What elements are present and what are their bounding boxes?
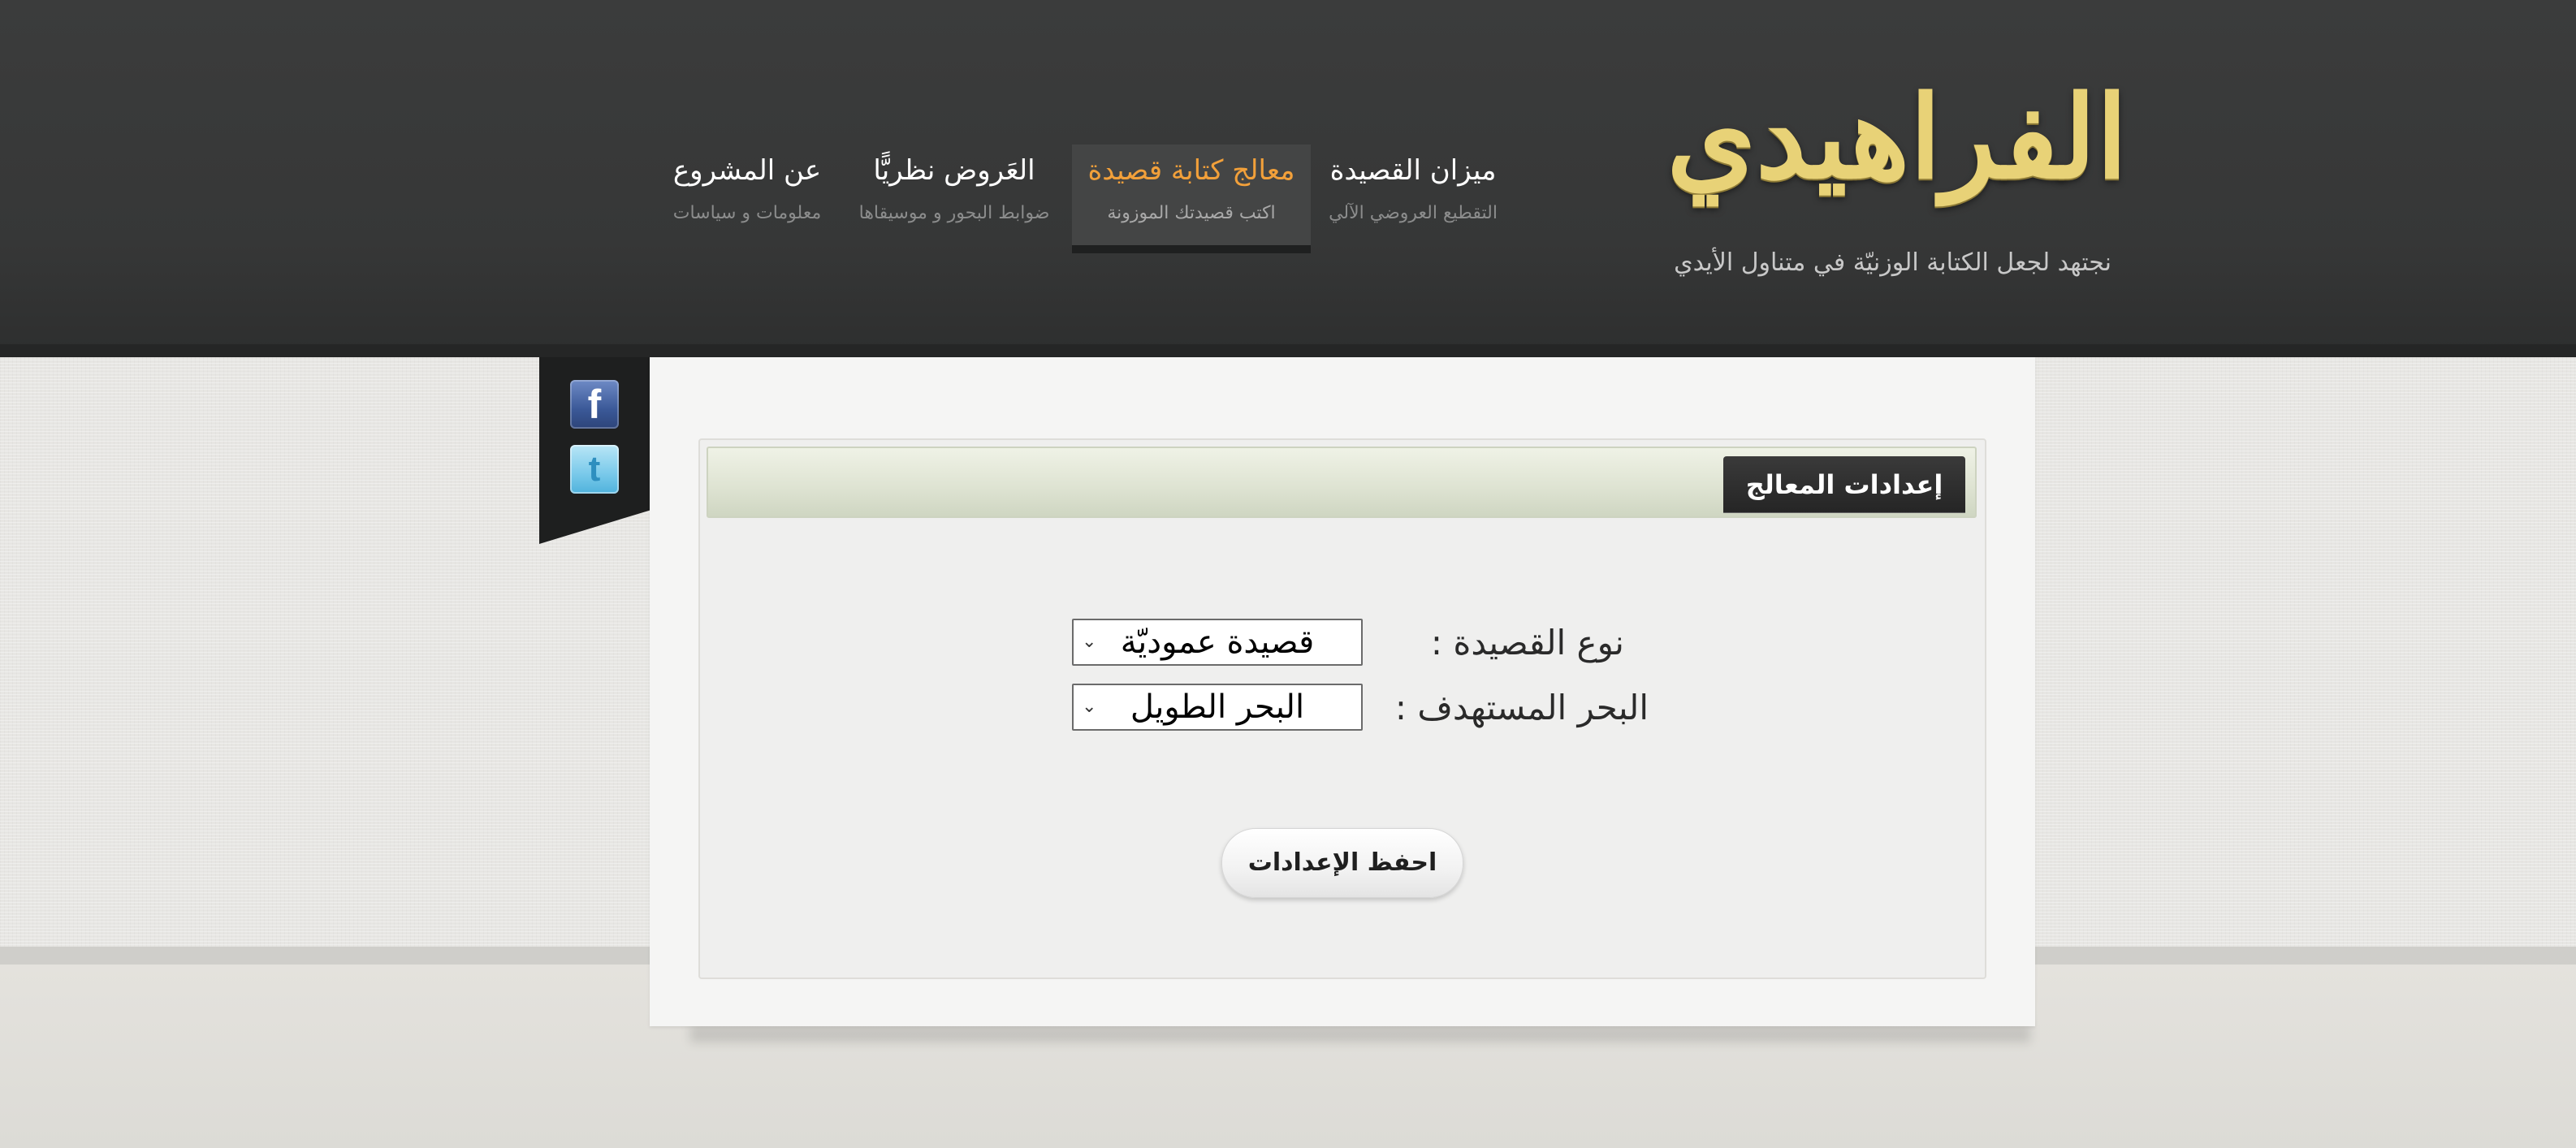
twitter-icon[interactable]: t (570, 445, 619, 494)
nav-item-title: معالج كتابة قصيدة (1087, 154, 1295, 187)
nav-item-arud[interactable]: العَروض نظريًّا ضوابط البحور و موسيقاها (845, 145, 1064, 245)
panel-header-bar: إعدادات المعالج (707, 447, 1977, 518)
target-bahr-row: ⌄ البحر الطويل البحر المستهدف : (1072, 684, 1649, 732)
site-header: الفراهيدي نجتهد لجعل الكتابة الوزنيّة في… (0, 0, 2576, 357)
header-bottom-strip (0, 344, 2576, 357)
logo-tagline: نجتهد لجعل الكتابة الوزنيّة في متناول ال… (1674, 248, 2111, 277)
facebook-glyph: f (587, 382, 602, 427)
nav-item-mizan[interactable]: ميزان القصيدة التقطيع العروضي الآلي (1316, 145, 1511, 245)
nav-item-subtitle: اكتب قصيدتك الموزونة (1107, 203, 1276, 223)
chevron-down-icon: ⌄ (1082, 697, 1097, 717)
poem-type-value: قصيدة عموديّة (1120, 624, 1315, 661)
twitter-glyph: t (588, 449, 601, 489)
poem-type-row: ⌄ قصيدة عموديّة نوع القصيدة : (1072, 619, 1624, 667)
nav-item-title: العَروض نظريًّا (873, 154, 1035, 187)
site-logo[interactable]: الفراهيدي نجتهد لجعل الكتابة الوزنيّة في… (1666, 65, 2128, 277)
panel-title: إعدادات المعالج (1723, 456, 1965, 513)
logo-text: الفراهيدي (1666, 71, 2128, 205)
target-bahr-value: البحر الطويل (1130, 688, 1305, 726)
chevron-down-icon: ⌄ (1082, 632, 1097, 652)
facebook-icon[interactable]: f (570, 380, 619, 429)
nav-item-about[interactable]: عن المشروع معلومات و سياسات (650, 145, 845, 245)
main-nav: ميزان القصيدة التقطيع العروضي الآلي معال… (650, 145, 1527, 253)
target-bahr-label: البحر المستهدف : (1394, 688, 1649, 727)
poem-type-select[interactable]: ⌄ قصيدة عموديّة (1072, 619, 1363, 666)
nav-item-subtitle: ضوابط البحور و موسيقاها (858, 203, 1050, 223)
nav-item-editor[interactable]: معالج كتابة قصيدة اكتب قصيدتك الموزونة (1072, 145, 1311, 253)
content-shadow (690, 1025, 2030, 1042)
nav-item-title: عن المشروع (672, 154, 822, 187)
nav-item-title: ميزان القصيدة (1329, 154, 1497, 187)
poem-type-label: نوع القصيدة : (1430, 623, 1624, 662)
target-bahr-select[interactable]: ⌄ البحر الطويل (1072, 684, 1363, 731)
save-settings-button[interactable]: احفظ الإعدادات (1221, 828, 1463, 898)
nav-item-subtitle: التقطيع العروضي الآلي (1329, 203, 1498, 223)
nav-item-subtitle: معلومات و سياسات (672, 203, 822, 223)
